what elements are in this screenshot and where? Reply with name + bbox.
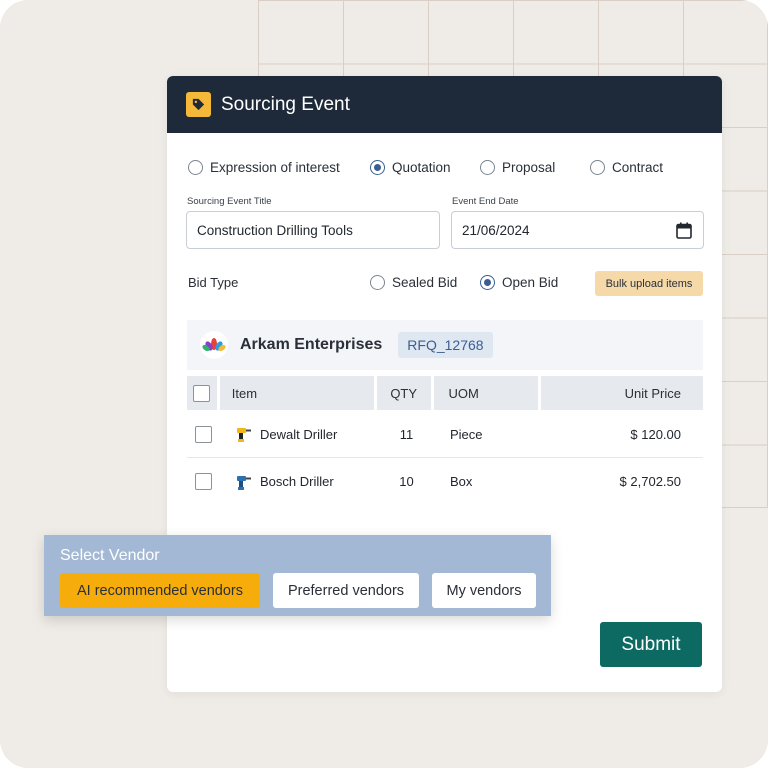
uom-cell: Piece bbox=[450, 426, 483, 442]
row-checkbox[interactable] bbox=[195, 425, 212, 443]
submit-button[interactable]: Submit bbox=[600, 622, 702, 667]
page-title: Sourcing Event bbox=[221, 93, 350, 115]
drill-yellow-icon bbox=[234, 425, 252, 443]
lotus-logo-icon bbox=[200, 331, 228, 359]
radio-label: Open Bid bbox=[502, 275, 559, 290]
item-cell: Bosch Driller bbox=[220, 458, 378, 505]
radio-circle bbox=[188, 160, 203, 175]
radio-contract[interactable]: Contract bbox=[590, 160, 663, 175]
row-checkbox[interactable] bbox=[195, 473, 212, 490]
tag-icon bbox=[186, 92, 211, 117]
vendor-bar: Arkam Enterprises RFQ_12768 bbox=[187, 320, 703, 370]
radio-circle-selected bbox=[370, 160, 385, 175]
radio-quotation[interactable]: Quotation bbox=[370, 160, 451, 175]
drill-blue-icon bbox=[234, 473, 252, 491]
item-name: Bosch Driller bbox=[260, 474, 334, 489]
event-end-date-input[interactable]: 21/06/2024 bbox=[451, 211, 704, 249]
select-all-checkbox[interactable] bbox=[193, 384, 211, 402]
price-cell: $ 120.00 bbox=[630, 426, 681, 442]
radio-open-bid[interactable]: Open Bid bbox=[480, 275, 558, 290]
end-date-value: 21/06/2024 bbox=[462, 222, 530, 238]
my-vendors-button[interactable]: My vendors bbox=[432, 573, 536, 608]
radio-label: Proposal bbox=[502, 160, 556, 175]
calendar-icon[interactable] bbox=[676, 222, 692, 242]
th-qty: QTY bbox=[376, 376, 431, 410]
card-header: Sourcing Event bbox=[167, 76, 722, 133]
item-name: Dewalt Driller bbox=[260, 426, 338, 442]
title-field-label: Sourcing Event Title bbox=[187, 196, 272, 207]
select-vendor-panel: Select Vendor AI recommended vendors Pre… bbox=[44, 535, 551, 616]
select-vendor-title: Select Vendor bbox=[60, 547, 160, 564]
radio-label: Expression of interest bbox=[210, 160, 340, 175]
th-item: Item bbox=[219, 376, 374, 410]
uom-cell: Box bbox=[450, 474, 473, 489]
bulk-upload-button[interactable]: Bulk upload items bbox=[595, 271, 703, 296]
th-select-all bbox=[187, 376, 217, 410]
radio-circle bbox=[590, 160, 605, 175]
rfq-badge: RFQ_12768 bbox=[398, 332, 493, 358]
radio-label: Quotation bbox=[392, 160, 451, 175]
th-unit-price: Unit Price bbox=[540, 376, 703, 410]
qty-cell: 10 bbox=[399, 474, 414, 489]
radio-label: Sealed Bid bbox=[392, 275, 458, 290]
radio-sealed-bid[interactable]: Sealed Bid bbox=[370, 275, 457, 290]
table-header: Item QTY UOM Unit Price bbox=[187, 376, 703, 410]
qty-cell: 11 bbox=[399, 426, 414, 442]
table-row: Dewalt Driller 11 Piece $ 120.00 bbox=[187, 411, 703, 458]
radio-circle bbox=[480, 160, 495, 175]
event-title-input[interactable]: Construction Drilling Tools bbox=[186, 211, 440, 249]
th-uom: UOM bbox=[433, 376, 538, 410]
preferred-vendors-button[interactable]: Preferred vendors bbox=[273, 573, 419, 608]
item-cell: Dewalt Driller bbox=[220, 411, 378, 457]
bid-type-label: Bid Type bbox=[188, 275, 239, 290]
table-row: Bosch Driller 10 Box $ 2,702.50 bbox=[187, 458, 703, 505]
row-select-cell bbox=[187, 458, 220, 505]
event-title-value: Construction Drilling Tools bbox=[197, 222, 353, 238]
ai-recommended-vendors-button[interactable]: AI recommended vendors bbox=[60, 573, 260, 608]
vendor-name: Arkam Enterprises bbox=[240, 336, 383, 353]
price-cell: $ 2,702.50 bbox=[619, 474, 681, 489]
radio-proposal[interactable]: Proposal bbox=[480, 160, 555, 175]
radio-circle-selected bbox=[480, 275, 495, 290]
radio-circle bbox=[370, 275, 385, 290]
radio-label: Contract bbox=[612, 160, 664, 175]
row-select-cell bbox=[187, 411, 220, 457]
end-date-field-label: Event End Date bbox=[452, 196, 519, 207]
radio-expression-of-interest[interactable]: Expression of interest bbox=[188, 160, 340, 175]
